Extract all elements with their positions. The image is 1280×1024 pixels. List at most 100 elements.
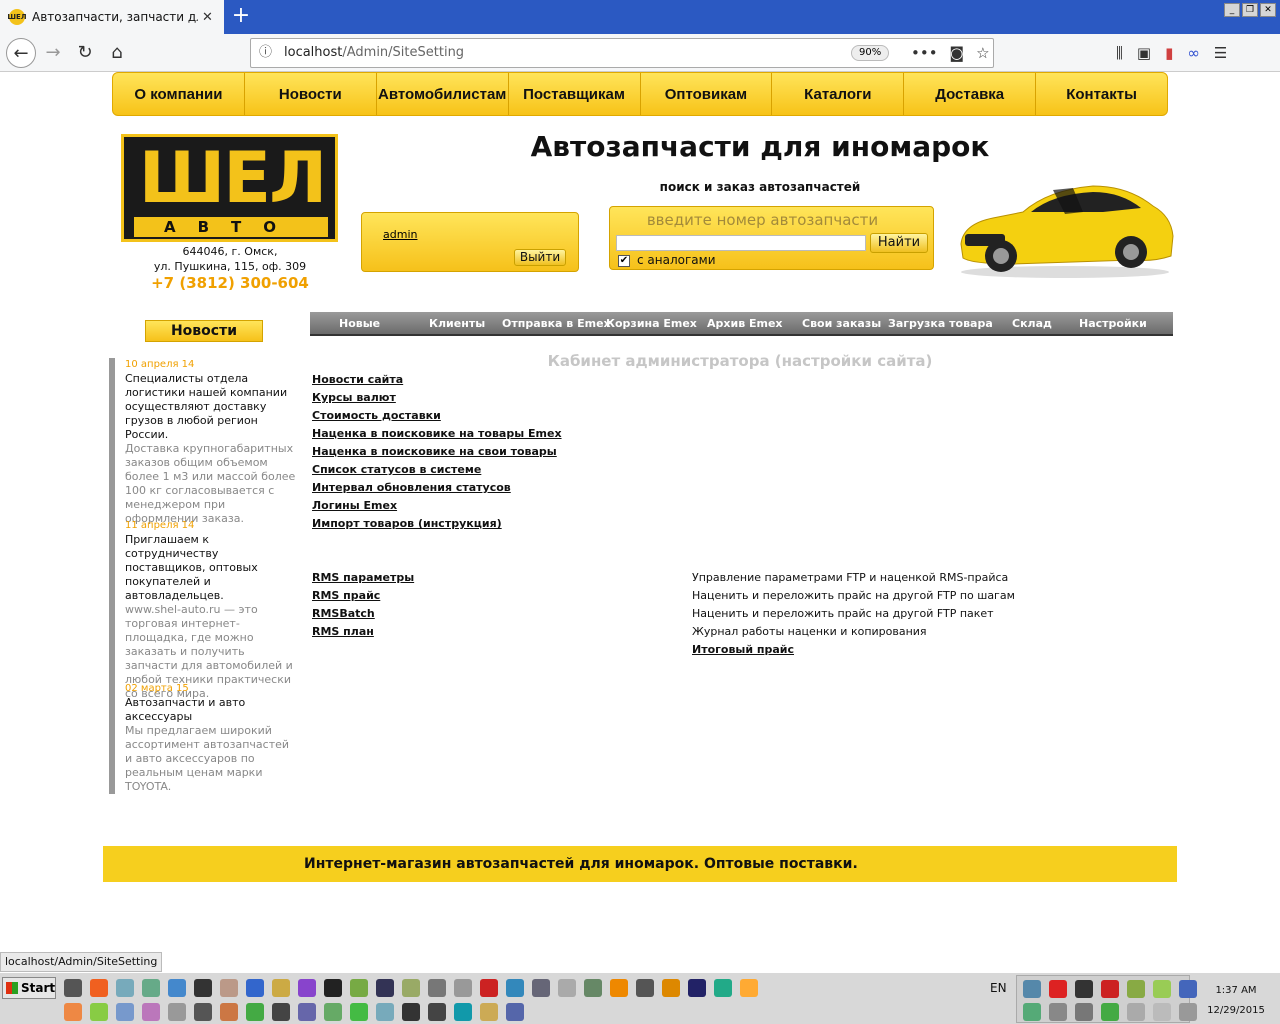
site-logo[interactable]: ШЕЛ АВТО xyxy=(121,134,338,242)
app-icon[interactable] xyxy=(402,1003,420,1021)
rms-link-params[interactable]: RMS параметры xyxy=(312,569,414,587)
app-icon[interactable] xyxy=(272,979,290,997)
app-icon[interactable] xyxy=(220,979,238,997)
app-icon[interactable] xyxy=(246,1003,264,1021)
settings-link-statuses[interactable]: Список статусов в системе xyxy=(312,461,481,479)
calendar-icon[interactable] xyxy=(558,979,576,997)
app-icon[interactable] xyxy=(636,979,654,997)
app-icon[interactable] xyxy=(350,1003,368,1021)
filezilla-icon[interactable] xyxy=(480,979,498,997)
app-icon[interactable] xyxy=(324,1003,342,1021)
settings-link-markup-own[interactable]: Наценка в поисковике на свои товары xyxy=(312,443,557,461)
settings-link-emex-logins[interactable]: Логины Emex xyxy=(312,497,397,515)
extension-link-icon[interactable]: ∞ xyxy=(1187,38,1200,68)
app-icon[interactable] xyxy=(324,979,342,997)
menu-item-delivery[interactable]: Доставка xyxy=(904,73,1037,115)
flag-icon[interactable] xyxy=(1153,1003,1171,1021)
menu-item-wholesale[interactable]: Оптовикам xyxy=(641,73,773,115)
app-icon[interactable] xyxy=(220,1003,238,1021)
app-icon[interactable] xyxy=(454,979,472,997)
app-icon[interactable] xyxy=(740,979,758,997)
tray-icon[interactable] xyxy=(1023,1003,1041,1021)
tray-icon[interactable] xyxy=(1179,980,1197,998)
volume-icon[interactable] xyxy=(1179,1003,1197,1021)
app-icon[interactable] xyxy=(714,979,732,997)
find-button[interactable]: Найти xyxy=(870,233,928,253)
app-icon[interactable] xyxy=(298,1003,316,1021)
zoom-indicator[interactable]: 90% xyxy=(851,45,890,61)
settings-link-import-guide[interactable]: Импорт товаров (инструкция) xyxy=(312,515,502,533)
tray-icon[interactable] xyxy=(1101,1003,1119,1021)
app-icon[interactable] xyxy=(272,1003,290,1021)
folder-icon[interactable] xyxy=(480,1003,498,1021)
app-icon[interactable] xyxy=(168,979,186,997)
app-icon[interactable] xyxy=(168,1003,186,1021)
app-icon[interactable] xyxy=(506,1003,524,1021)
forward-icon[interactable]: → xyxy=(38,38,68,68)
settings-link-markup-emex[interactable]: Наценка в поисковике на товары Emex xyxy=(312,425,562,443)
page-actions-icon[interactable]: ••• xyxy=(911,39,938,67)
tray-icon[interactable] xyxy=(1127,980,1145,998)
app-icon[interactable] xyxy=(532,979,550,997)
rms-link-plan[interactable]: RMS план xyxy=(312,623,374,641)
notepad-icon[interactable] xyxy=(116,979,134,997)
home-icon[interactable]: ⌂ xyxy=(102,38,132,68)
reload-icon[interactable]: ↻ xyxy=(70,38,100,68)
tray-icon[interactable] xyxy=(1049,980,1067,998)
app-icon[interactable] xyxy=(142,1003,160,1021)
tray-icon[interactable] xyxy=(1101,980,1119,998)
bookmark-star-icon[interactable]: ☆ xyxy=(976,39,989,67)
app-icon[interactable] xyxy=(246,979,264,997)
app-icon[interactable] xyxy=(116,1003,134,1021)
tray-icon[interactable] xyxy=(1075,980,1093,998)
settings-link-status-interval[interactable]: Интервал обновления статусов xyxy=(312,479,511,497)
site-info-icon[interactable]: ⓘ xyxy=(259,39,272,67)
tray-icon[interactable] xyxy=(1127,1003,1145,1021)
app-icon[interactable] xyxy=(350,979,368,997)
part-number-input[interactable] xyxy=(616,235,866,251)
app-icon[interactable] xyxy=(584,979,602,997)
app-icon[interactable] xyxy=(194,979,212,997)
menu-icon[interactable]: ☰ xyxy=(1214,38,1227,68)
settings-link-site-news[interactable]: Новости сайта xyxy=(312,371,403,389)
language-indicator[interactable]: EN xyxy=(990,981,1007,995)
pocket-icon[interactable]: ◙ xyxy=(950,39,965,67)
final-price-link[interactable]: Итоговый прайс xyxy=(692,641,794,659)
save-icon[interactable] xyxy=(376,979,394,997)
admin-nav-site-settings[interactable]: Настройки сайта xyxy=(1079,312,1173,360)
admin-nav-send-emex[interactable]: Отправка в Emex xyxy=(502,312,611,336)
app-icon[interactable] xyxy=(688,979,706,997)
menu-item-motorists[interactable]: Автомобилистам xyxy=(377,73,509,115)
settings-link-currency[interactable]: Курсы валют xyxy=(312,389,396,407)
admin-nav-cart-emex[interactable]: Корзина Emex xyxy=(606,312,697,336)
admin-nav-own-orders[interactable]: Свои заказы xyxy=(802,312,881,336)
firefox-icon[interactable] xyxy=(90,979,108,997)
analogs-checkbox[interactable]: ✔ xyxy=(618,255,630,267)
tab-close-icon[interactable]: ✕ xyxy=(202,10,213,25)
back-icon[interactable]: ← xyxy=(6,38,36,68)
app-icon[interactable] xyxy=(64,1003,82,1021)
visual-studio-icon[interactable] xyxy=(298,979,316,997)
admin-nav-clients[interactable]: Клиенты xyxy=(429,312,485,336)
tray-icon[interactable] xyxy=(1153,980,1171,998)
vlc-icon[interactable] xyxy=(610,979,628,997)
app-icon[interactable] xyxy=(402,979,420,997)
window-close-icon[interactable]: ✕ xyxy=(1260,3,1276,17)
headphones-icon[interactable] xyxy=(662,979,680,997)
menu-item-suppliers[interactable]: Поставщикам xyxy=(509,73,641,115)
tray-icon[interactable] xyxy=(1049,1003,1067,1021)
menu-item-about[interactable]: О компании xyxy=(113,73,245,115)
rms-link-batch[interactable]: RMSBatch xyxy=(312,605,375,623)
sidebar-icon[interactable]: ▣ xyxy=(1137,38,1151,68)
library-icon[interactable]: ⫼ xyxy=(1116,38,1123,68)
menu-item-news[interactable]: Новости xyxy=(245,73,377,115)
admin-nav-new[interactable]: Новые xyxy=(339,312,380,336)
app-icon[interactable] xyxy=(428,979,446,997)
lock-icon[interactable] xyxy=(428,1003,446,1021)
admin-nav-warehouse[interactable]: Склад xyxy=(1012,312,1052,336)
settings-link-delivery-cost[interactable]: Стоимость доставки xyxy=(312,407,441,425)
tray-icon[interactable] xyxy=(1023,980,1041,998)
tray-icon[interactable] xyxy=(1075,1003,1093,1021)
maximize-icon[interactable]: ❐ xyxy=(1242,3,1258,17)
rms-link-price[interactable]: RMS прайс xyxy=(312,587,380,605)
